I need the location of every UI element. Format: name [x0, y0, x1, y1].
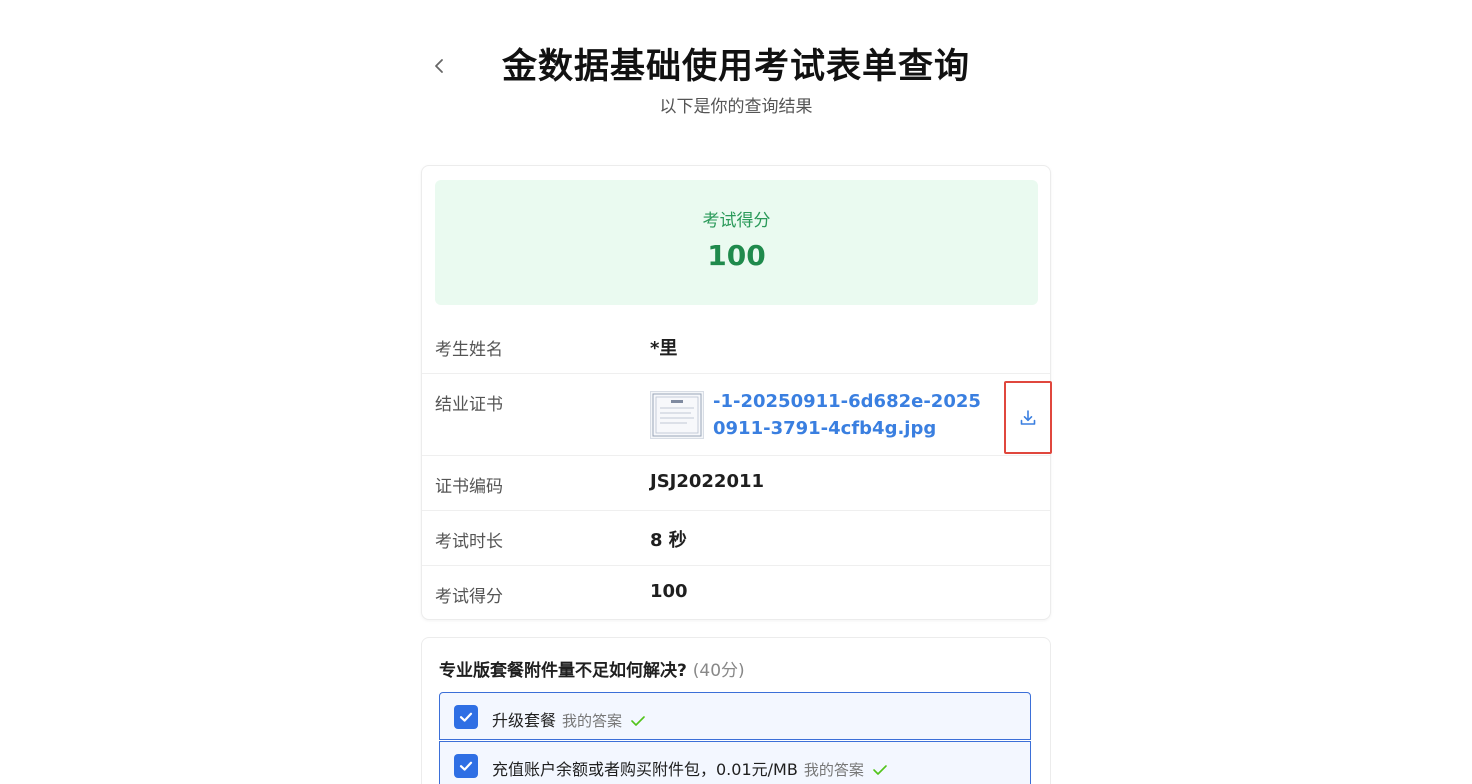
info-row-name: 考生姓名 *里 — [422, 319, 1050, 374]
chevron-left-icon — [435, 59, 443, 73]
row-label: 结业证书 — [435, 395, 503, 415]
option-text: 充值账户余额或者购买附件包，0.01元/MB — [492, 760, 798, 779]
score-label: 考试得分 — [702, 211, 771, 231]
back-button[interactable] — [429, 54, 449, 78]
question-title: 专业版套餐附件量不足如何解决? (40分) — [439, 656, 745, 681]
checkmark-glyph — [459, 712, 473, 722]
info-row-duration: 考试时长 8 秒 — [422, 511, 1050, 566]
my-answer-tag: 我的答案 — [562, 712, 623, 730]
certificate-image-icon — [652, 393, 702, 437]
candidate-name: *里 — [650, 338, 678, 359]
page-title: 金数据基础使用考试表单查询 — [501, 47, 970, 87]
answer-option[interactable]: 升级套餐 我的答案 — [439, 692, 1031, 740]
answer-option[interactable]: 充值账户余额或者购买附件包，0.01元/MB 我的答案 — [439, 741, 1031, 784]
page-header: 金数据基础使用考试表单查询 以下是你的查询结果 — [421, 40, 1051, 119]
exam-duration: 8 秒 — [650, 530, 687, 551]
question-card: 专业版套餐附件量不足如何解决? (40分) 升级套餐 我的答案 充值账户余额或者购… — [421, 637, 1051, 784]
download-icon — [1020, 409, 1036, 425]
certificate-thumbnail[interactable] — [650, 391, 704, 439]
my-answer-tag: 我的答案 — [803, 761, 864, 779]
checkbox-checked-icon[interactable] — [454, 705, 478, 729]
row-label: 考试时长 — [435, 532, 503, 552]
question-points: (40分) — [692, 661, 745, 681]
result-card: 考试得分 100 考生姓名 *里 结业证书 -1-20250911-6d682e… — [421, 165, 1052, 620]
option-label: 升级套餐 我的答案 — [492, 707, 646, 732]
row-label: 考试得分 — [435, 587, 503, 607]
checkmark-glyph — [459, 761, 473, 771]
certificate-code: JSJ2022011 — [650, 471, 765, 492]
info-row-cert-code: 证书编码 JSJ2022011 — [422, 456, 1050, 511]
question-text: 专业版套餐附件量不足如何解决? — [439, 661, 687, 681]
row-label: 证书编码 — [435, 477, 503, 497]
score-summary: 考试得分 100 — [435, 180, 1038, 305]
check-icon — [630, 713, 646, 732]
page: 金数据基础使用考试表单查询 以下是你的查询结果 考试得分 100 考生姓名 *里… — [0, 0, 1472, 784]
check-icon — [872, 762, 888, 781]
option-text: 升级套餐 — [492, 711, 557, 730]
info-row-score: 考试得分 100 — [422, 566, 1050, 618]
download-button[interactable] — [1004, 381, 1052, 454]
row-label: 考生姓名 — [435, 340, 503, 360]
info-row-certificate: 结业证书 -1-20250911-6d682e-20250911-3791-4c… — [422, 374, 1052, 456]
exam-score: 100 — [650, 581, 688, 602]
page-subtitle: 以下是你的查询结果 — [659, 97, 813, 117]
checkbox-checked-icon[interactable] — [454, 754, 478, 778]
certificate-file-link[interactable]: -1-20250911-6d682e-20250911-3791-4cfb4g.… — [713, 388, 981, 442]
option-label: 充值账户余额或者购买附件包，0.01元/MB 我的答案 — [492, 756, 888, 781]
score-value: 100 — [707, 239, 766, 272]
